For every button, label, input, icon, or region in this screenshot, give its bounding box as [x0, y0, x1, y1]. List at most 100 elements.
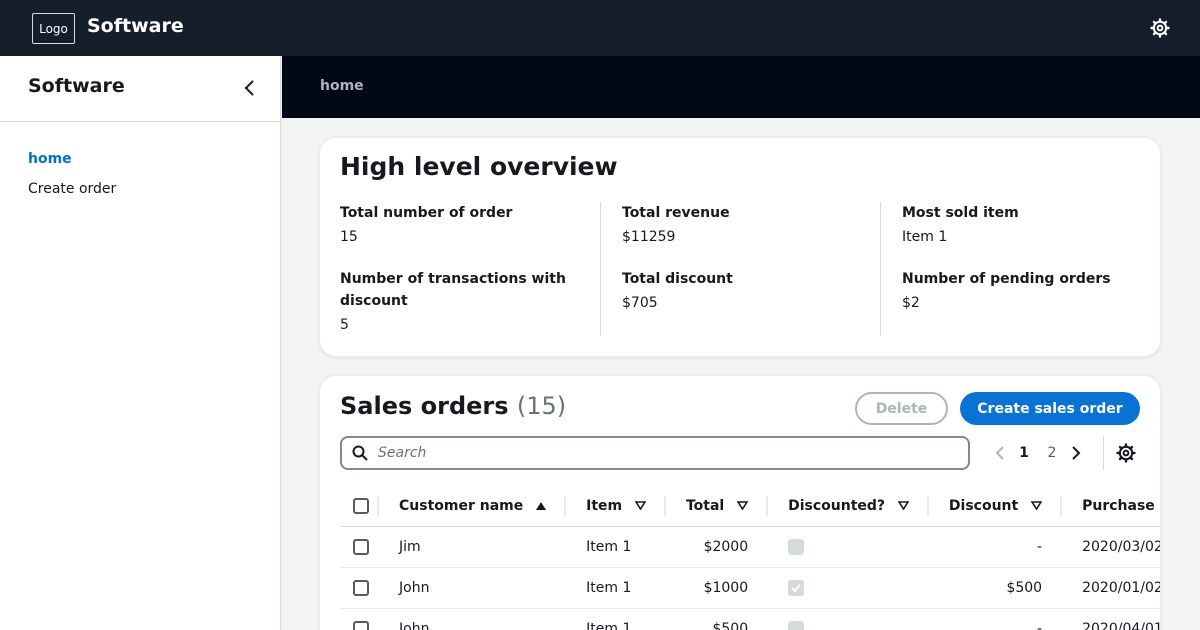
column-header-customer-name[interactable]: Customer name [379, 486, 567, 527]
row-select-cell [340, 608, 379, 630]
sales-orders-heading: Sales orders [340, 392, 509, 420]
sort-icon [897, 501, 909, 511]
row-select-cell [340, 567, 379, 609]
logo[interactable]: Logo [32, 13, 75, 44]
column-header-label: Item [586, 497, 623, 514]
overview-column: Total number of order 15 Number of trans… [340, 202, 600, 356]
column-header-total[interactable]: Total [665, 486, 769, 527]
sidebar-item-create-order[interactable]: Create order [0, 174, 280, 204]
app-name[interactable]: Software [87, 15, 184, 37]
sales-orders-card: Sales orders (15) Delete Create sales or… [320, 376, 1160, 630]
kv-value: 15 [340, 229, 358, 245]
cell-date: 2020/01/02 [1062, 567, 1160, 609]
cell-date: 2020/04/01 [1062, 608, 1160, 630]
cell-total: $2000 [665, 526, 769, 568]
column-header-label: Total [685, 497, 725, 514]
kv-label: Total number of order [340, 205, 513, 221]
cell-customer: John [379, 608, 567, 630]
sort-icon [634, 501, 646, 511]
table-header-row: Customer name Item Total Discounted? Dis… [340, 486, 1160, 527]
cell-item: Item 1 [566, 526, 666, 568]
overview-column: Most sold item Item 1 Number of pending … [880, 202, 1140, 336]
search-icon [352, 445, 368, 461]
column-header-purchase-date[interactable]: Purchase date [1062, 486, 1160, 527]
sales-orders-table: Customer name Item Total Discounted? Dis… [340, 486, 1160, 630]
cell-item: Item 1 [566, 608, 666, 630]
row-checkbox[interactable] [353, 579, 369, 596]
cell-discount: - [928, 608, 1063, 630]
kv-pair: Number of transactions with discount 5 [340, 268, 600, 336]
cell-discounted [768, 567, 929, 609]
kv-value: Item 1 [902, 229, 948, 245]
gear-icon[interactable] [1116, 443, 1136, 463]
gear-icon[interactable] [1150, 18, 1170, 38]
column-header-label: Discounted? [788, 497, 886, 514]
kv-pair: Total revenue $11259 [622, 202, 880, 248]
row-checkbox[interactable] [353, 538, 369, 555]
check-icon [791, 583, 801, 592]
kv-value: 5 [340, 317, 349, 333]
side-navigation: Software home Create order [0, 56, 281, 630]
kv-label: Total discount [622, 271, 733, 287]
discounted-checkbox [788, 620, 805, 630]
kv-pair: Number of pending orders $2 [902, 268, 1140, 314]
sort-ascending-icon [536, 501, 547, 510]
delete-button[interactable]: Delete [855, 392, 948, 425]
breadcrumb-bar: home [282, 56, 1200, 118]
create-sales-order-button[interactable]: Create sales order [960, 392, 1140, 425]
page-button[interactable]: 2 [1038, 445, 1066, 461]
cell-discounted [768, 526, 929, 568]
sidebar-item-home[interactable]: home [0, 144, 280, 174]
row-checkbox[interactable] [353, 620, 369, 630]
chevron-left-icon[interactable] [990, 443, 1010, 463]
column-header-label: Customer name [399, 497, 524, 514]
cell-discount: $500 [928, 567, 1063, 609]
kv-pair: Most sold item Item 1 [902, 202, 1140, 248]
chevron-right-icon[interactable] [1066, 443, 1086, 463]
overview-title: High level overview [340, 152, 618, 181]
top-navigation: Logo Software [0, 0, 1200, 56]
search-input[interactable] [378, 443, 958, 463]
kv-value: $705 [622, 295, 658, 311]
kv-value: $11259 [622, 229, 676, 245]
sidebar-header: Software [0, 56, 280, 122]
overview-card: High level overview Total number of orde… [320, 138, 1160, 356]
discounted-checkbox [788, 579, 805, 596]
discounted-checkbox [788, 538, 805, 555]
chevron-left-icon[interactable] [240, 78, 260, 98]
cell-total: $500 [665, 608, 769, 630]
sidebar-nav-list: home Create order [0, 122, 280, 204]
kv-pair: Total discount $705 [622, 268, 880, 314]
kv-label: Total revenue [622, 205, 730, 221]
select-all-checkbox[interactable] [353, 497, 369, 514]
cell-customer: John [379, 567, 567, 609]
column-header-label: Discount [948, 497, 1019, 514]
sidebar-title[interactable]: Software [28, 75, 125, 97]
select-all-cell [340, 486, 379, 527]
cell-customer: Jim [379, 526, 567, 568]
column-header-label: Purchase date [1082, 497, 1160, 514]
cell-discount: - [928, 526, 1063, 568]
cell-total: $1000 [665, 567, 769, 609]
overview-column: Total revenue $11259 Total discount $705 [600, 202, 880, 336]
kv-label: Most sold item [902, 205, 1019, 221]
table-row[interactable]: John Item 1 $1000 $500 2020/01/02 [340, 567, 1160, 609]
search-field[interactable] [340, 436, 970, 470]
cell-item: Item 1 [566, 567, 666, 609]
table-row[interactable]: John Item 1 $500 - 2020/04/01 [340, 608, 1160, 630]
sort-icon [1031, 501, 1043, 511]
sales-orders-count: (15) [516, 392, 567, 420]
column-header-discounted[interactable]: Discounted? [768, 486, 929, 527]
sales-orders-title: Sales orders (15) [340, 392, 566, 420]
kv-value: $2 [902, 295, 920, 311]
cell-date: 2020/03/02 [1062, 526, 1160, 568]
page-button[interactable]: 1 [1010, 445, 1038, 461]
divider [1103, 436, 1104, 470]
sort-icon [737, 501, 749, 511]
cell-discounted [768, 608, 929, 630]
column-header-discount[interactable]: Discount [928, 486, 1063, 527]
column-header-item[interactable]: Item [566, 486, 666, 527]
kv-label: Number of transactions with discount [340, 271, 566, 309]
table-row[interactable]: Jim Item 1 $2000 - 2020/03/02 [340, 526, 1160, 568]
kv-label: Number of pending orders [902, 271, 1111, 287]
